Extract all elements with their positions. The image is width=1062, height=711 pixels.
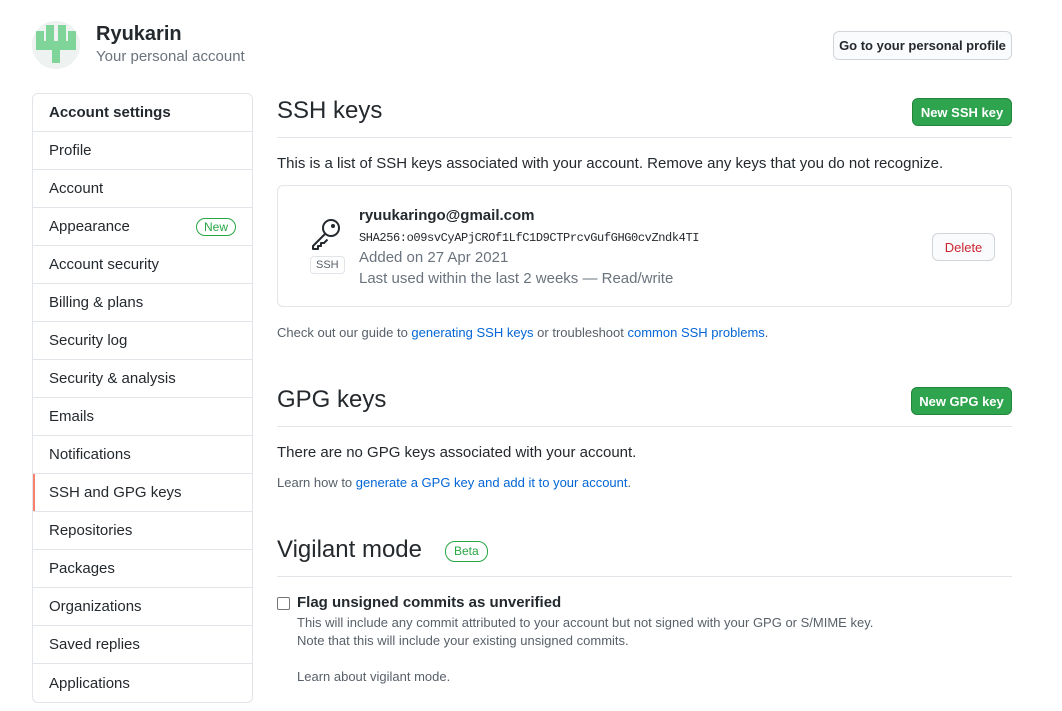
sidebar-item-billing[interactable]: Billing & plans bbox=[33, 284, 252, 322]
delete-ssh-key-button[interactable]: Delete bbox=[932, 233, 995, 261]
generate-gpg-key-link[interactable]: generate a GPG key and add it to your ac… bbox=[356, 475, 628, 490]
flag-unsigned-commits-checkbox[interactable] bbox=[277, 597, 290, 610]
sidebar-item-profile[interactable]: Profile bbox=[33, 132, 252, 170]
ssh-key-title: ryuukaringo@gmail.com bbox=[359, 207, 535, 224]
gpg-learn-text: Learn how to generate a GPG key and add … bbox=[277, 475, 631, 490]
key-icon bbox=[312, 219, 340, 250]
sidebar-item-saved-replies[interactable]: Saved replies bbox=[33, 626, 252, 664]
sidebar-item-emails[interactable]: Emails bbox=[33, 398, 252, 436]
new-ssh-key-button[interactable]: New SSH key bbox=[912, 98, 1012, 126]
sidebar-item-appearance[interactable]: Appearance New bbox=[33, 208, 252, 246]
identicon-icon bbox=[32, 21, 80, 69]
new-gpg-key-button[interactable]: New GPG key bbox=[911, 387, 1012, 415]
user-name: Ryukarin bbox=[96, 23, 182, 45]
sidebar-item-label: Applications bbox=[49, 674, 130, 692]
sidebar-item-label: SSH and GPG keys bbox=[49, 484, 182, 501]
sidebar-item-applications[interactable]: Applications bbox=[33, 664, 252, 702]
generating-ssh-keys-link[interactable]: generating SSH keys bbox=[411, 325, 533, 340]
sidebar-item-label: Account bbox=[49, 180, 104, 197]
ssh-guide-prefix: Check out our guide to bbox=[277, 325, 412, 340]
gpg-keys-title: GPG keys bbox=[277, 386, 387, 413]
sidebar-item-label: Security log bbox=[49, 332, 128, 349]
sidebar-item-repositories[interactable]: Repositories bbox=[33, 512, 252, 550]
sidebar-item-label: Appearance bbox=[49, 218, 130, 235]
ssh-key-last-used: Last used within the last 2 weeks — Read… bbox=[359, 270, 674, 287]
sidebar-item-organizations[interactable]: Organizations bbox=[33, 588, 252, 626]
ssh-type-label: SSH bbox=[310, 256, 345, 274]
vigilant-divider bbox=[277, 576, 1012, 577]
user-subtitle: Your personal account bbox=[96, 48, 245, 65]
avatar bbox=[32, 21, 80, 69]
ssh-key-added-date: Added on 27 Apr 2021 bbox=[359, 249, 509, 266]
go-to-profile-button[interactable]: Go to your personal profile bbox=[833, 31, 1012, 60]
ssh-key-fingerprint: SHA256:o09svCyAPjCROf1LfC1D9CTPrcvGufGHG… bbox=[359, 231, 700, 245]
beta-badge: Beta bbox=[445, 541, 488, 562]
sidebar-item-label: Account security bbox=[49, 256, 160, 273]
ssh-guide-text: Check out our guide to generating SSH ke… bbox=[277, 325, 768, 340]
vigilant-description-line1: This will include any commit attributed … bbox=[297, 615, 874, 630]
new-badge: New bbox=[195, 217, 236, 236]
gpg-divider bbox=[277, 426, 1012, 427]
sidebar-item-account[interactable]: Account bbox=[33, 170, 252, 208]
sidebar-item-label: Notifications bbox=[49, 446, 131, 463]
gpg-learn-suffix: . bbox=[627, 475, 632, 490]
ssh-key-item: SSH ryuukaringo@gmail.com SHA256:o09svCy… bbox=[277, 185, 1012, 307]
sidebar-heading: Account settings bbox=[33, 94, 252, 132]
sidebar-item-packages[interactable]: Packages bbox=[33, 550, 252, 588]
common-ssh-problems-link[interactable]: common SSH problems bbox=[628, 325, 765, 340]
sidebar-item-label: Saved replies bbox=[49, 636, 140, 653]
sidebar-item-security-analysis[interactable]: Security & analysis bbox=[33, 360, 252, 398]
sidebar-item-notifications[interactable]: Notifications bbox=[33, 436, 252, 474]
sidebar-item-label: Billing & plans bbox=[49, 294, 144, 311]
vigilant-mode-title: Vigilant mode bbox=[277, 536, 422, 563]
sidebar-item-account-security[interactable]: Account security bbox=[33, 246, 252, 284]
vigilant-description-line2: Note that this will include your existin… bbox=[297, 633, 629, 648]
ssh-divider bbox=[277, 137, 1012, 138]
sidebar-item-label: Profile bbox=[49, 142, 92, 159]
ssh-guide-suffix: . bbox=[764, 325, 769, 340]
sidebar-item-label: Emails bbox=[49, 408, 95, 425]
learn-vigilant-mode-link[interactable]: Learn about vigilant mode. bbox=[297, 669, 450, 684]
sidebar-item-label: Packages bbox=[49, 560, 115, 577]
sidebar-item-ssh-gpg-keys[interactable]: SSH and GPG keys bbox=[33, 474, 252, 512]
gpg-empty-text: There are no GPG keys associated with yo… bbox=[277, 444, 637, 461]
ssh-description: This is a list of SSH keys associated wi… bbox=[277, 155, 944, 172]
sidebar-item-security-log[interactable]: Security log bbox=[33, 322, 252, 360]
ssh-guide-middle: or troubleshoot bbox=[533, 325, 628, 340]
ssh-keys-title: SSH keys bbox=[277, 97, 383, 124]
sidebar-item-label: Organizations bbox=[49, 598, 142, 615]
gpg-learn-prefix: Learn how to bbox=[277, 475, 356, 490]
flag-unsigned-commits-label[interactable]: Flag unsigned commits as unverified bbox=[297, 594, 561, 611]
sidebar-item-label: Repositories bbox=[49, 522, 133, 539]
sidebar-item-label: Security & analysis bbox=[49, 370, 176, 387]
settings-sidebar: Account settings Profile Account Appeara… bbox=[32, 93, 253, 703]
